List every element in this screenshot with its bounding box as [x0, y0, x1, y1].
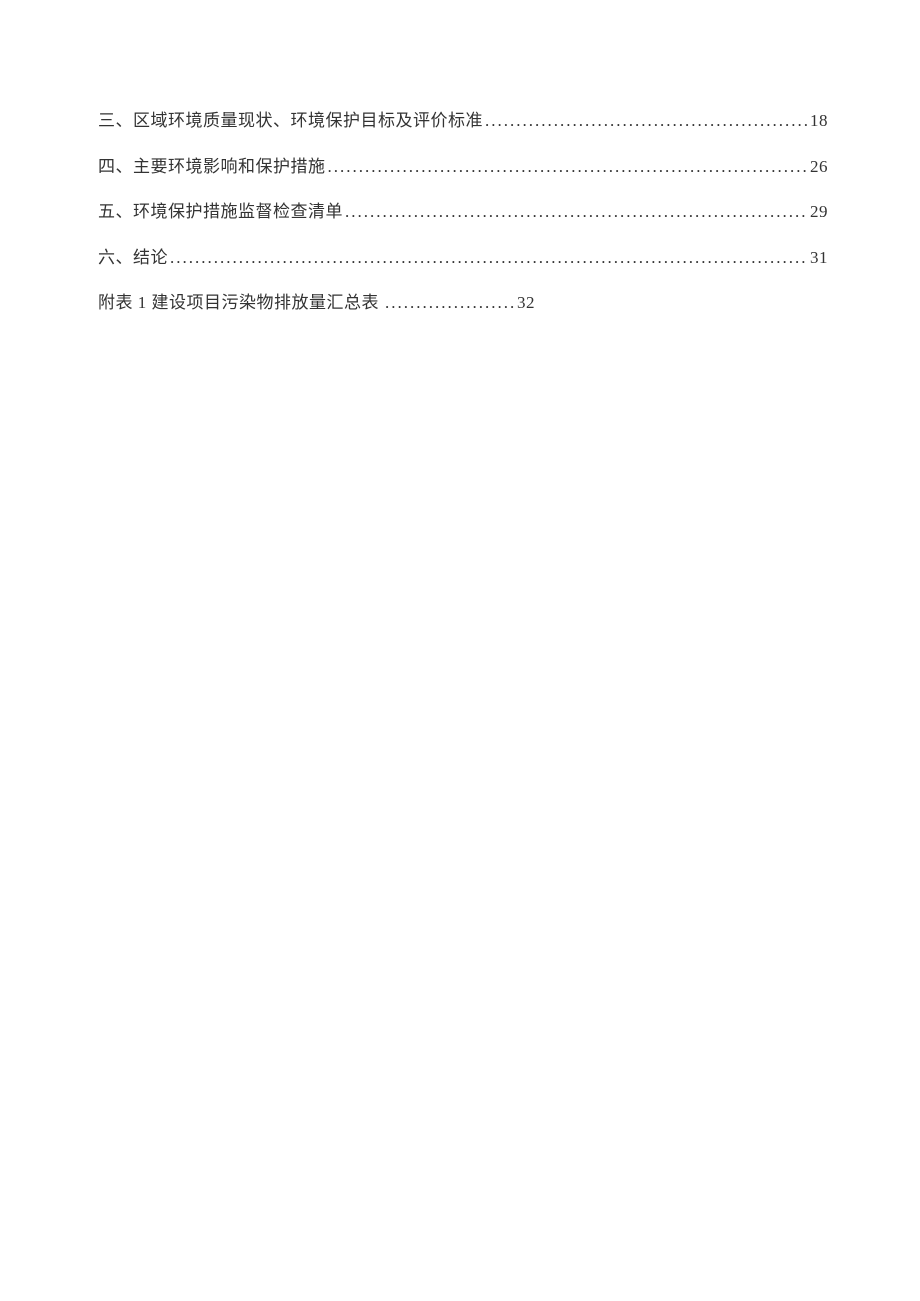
toc-dots	[345, 199, 808, 225]
toc-entry-page: 18	[810, 108, 828, 134]
toc-dots	[170, 245, 808, 271]
toc-entry-title: 六、结论	[98, 245, 168, 271]
toc-entry-page: 26	[810, 154, 828, 180]
toc-dots	[328, 154, 809, 180]
toc-entry-title: 四、主要环境影响和保护措施	[98, 154, 326, 180]
table-of-contents: 三、区域环境质量现状、环境保护目标及评价标准 18 四、主要环境影响和保护措施 …	[98, 108, 828, 316]
toc-entry-title: 三、区域环境质量现状、环境保护目标及评价标准	[98, 108, 483, 134]
toc-dots	[485, 108, 808, 134]
toc-entry-page: 31	[810, 245, 828, 271]
toc-entry: 三、区域环境质量现状、环境保护目标及评价标准 18	[98, 108, 828, 134]
toc-dots	[385, 290, 515, 316]
toc-entry-title: 五、环境保护措施监督检查清单	[98, 199, 343, 225]
toc-entry-page: 29	[810, 199, 828, 225]
toc-appendix-entry: 附表 1 建设项目污染物排放量汇总表 32	[98, 290, 828, 316]
toc-entry: 五、环境保护措施监督检查清单 29	[98, 199, 828, 225]
toc-entry: 四、主要环境影响和保护措施 26	[98, 154, 828, 180]
toc-appendix-page: 32	[517, 290, 535, 316]
toc-appendix-title: 附表 1 建设项目污染物排放量汇总表	[98, 290, 379, 316]
toc-entry: 六、结论 31	[98, 245, 828, 271]
